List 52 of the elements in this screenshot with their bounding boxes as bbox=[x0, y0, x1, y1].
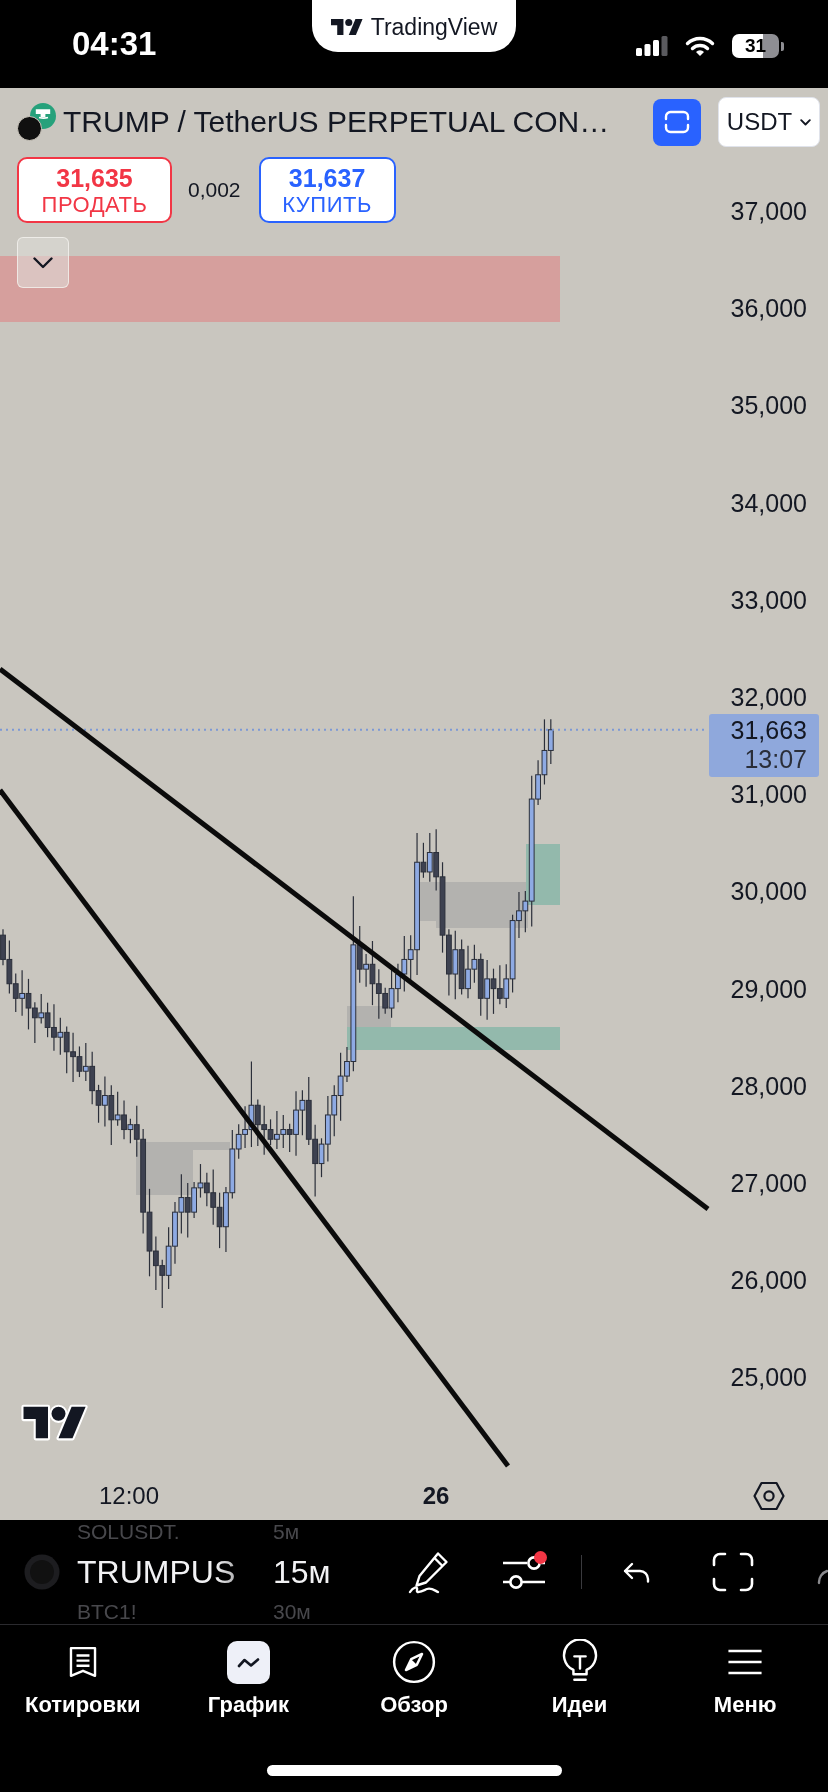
price-axis-label: 37,000 bbox=[730, 196, 807, 226]
price-axis-label: 32,000 bbox=[730, 682, 807, 712]
buy-button[interactable]: 31,637 КУПИТЬ bbox=[258, 157, 396, 223]
tab[interactable]: Идеи bbox=[496, 1639, 663, 1718]
price-axis-label: 31,000 bbox=[730, 779, 807, 810]
tab[interactable]: График bbox=[165, 1639, 332, 1718]
logo-icon bbox=[330, 19, 363, 35]
price-axis-label: 34,000 bbox=[730, 487, 807, 518]
menu-icon bbox=[726, 1647, 765, 1677]
tab[interactable]: Котировки bbox=[0, 1639, 166, 1718]
undo-icon[interactable] bbox=[623, 1561, 651, 1583]
app-name: TradingView bbox=[370, 14, 498, 40]
price-axis-label: 30,000 bbox=[730, 876, 807, 907]
tab[interactable]: Обзор bbox=[331, 1639, 497, 1718]
frame-button[interactable] bbox=[653, 98, 701, 146]
line-chart-icon bbox=[226, 1640, 270, 1684]
price-axis-label: 28,000 bbox=[730, 1070, 807, 1101]
price-axis-label: 27,000 bbox=[730, 1168, 807, 1198]
battery-indicator: 31 bbox=[732, 34, 784, 58]
settings-icon[interactable] bbox=[753, 1481, 785, 1511]
price-axis-label: 26,000 bbox=[730, 1265, 807, 1296]
bar-countdown: 13:07 bbox=[744, 744, 807, 774]
frame-icon bbox=[664, 110, 690, 134]
wifi-icon bbox=[685, 35, 715, 57]
price-axis-label: 25,000 bbox=[730, 1362, 807, 1393]
spread-value: 0,002 bbox=[188, 178, 241, 202]
coin-pair-icon bbox=[17, 103, 56, 141]
chevron-down-icon bbox=[800, 118, 812, 126]
symbol-title: TRUMP / TetherUS PERPETUAL CON… bbox=[63, 105, 610, 139]
compass-icon bbox=[391, 1639, 437, 1685]
coin-avatar-icon bbox=[24, 1554, 60, 1590]
currency-dropdown[interactable]: USDT bbox=[718, 97, 820, 147]
status-time: 04:31 bbox=[72, 27, 157, 61]
arc-icon[interactable] bbox=[817, 1569, 828, 1585]
chevron-down-icon bbox=[33, 256, 53, 269]
time-axis-label: 12:00 bbox=[98, 1481, 160, 1511]
sell-button[interactable]: 31,635 ПРОДАТЬ bbox=[17, 157, 172, 223]
pencil-icon[interactable] bbox=[407, 1549, 450, 1595]
fullscreen-icon[interactable] bbox=[712, 1552, 754, 1592]
sliders-icon[interactable] bbox=[503, 1553, 545, 1591]
tab[interactable]: Меню bbox=[662, 1639, 828, 1718]
interval-button[interactable]: 15м bbox=[273, 1553, 331, 1591]
logo-icon bbox=[20, 1404, 90, 1442]
price-axis-label: 33,000 bbox=[730, 584, 807, 615]
time-axis-label: 26 bbox=[422, 1481, 450, 1511]
price-axis-label: 36,000 bbox=[730, 293, 807, 324]
price-axis-label: 29,000 bbox=[730, 973, 807, 1004]
last-price: 31,663 bbox=[730, 715, 807, 745]
expand-button[interactable] bbox=[17, 237, 69, 288]
symbol-button[interactable]: TRUMPUS bbox=[77, 1553, 255, 1591]
signal-icon bbox=[636, 36, 668, 56]
price-axis-label: 35,000 bbox=[730, 390, 807, 421]
